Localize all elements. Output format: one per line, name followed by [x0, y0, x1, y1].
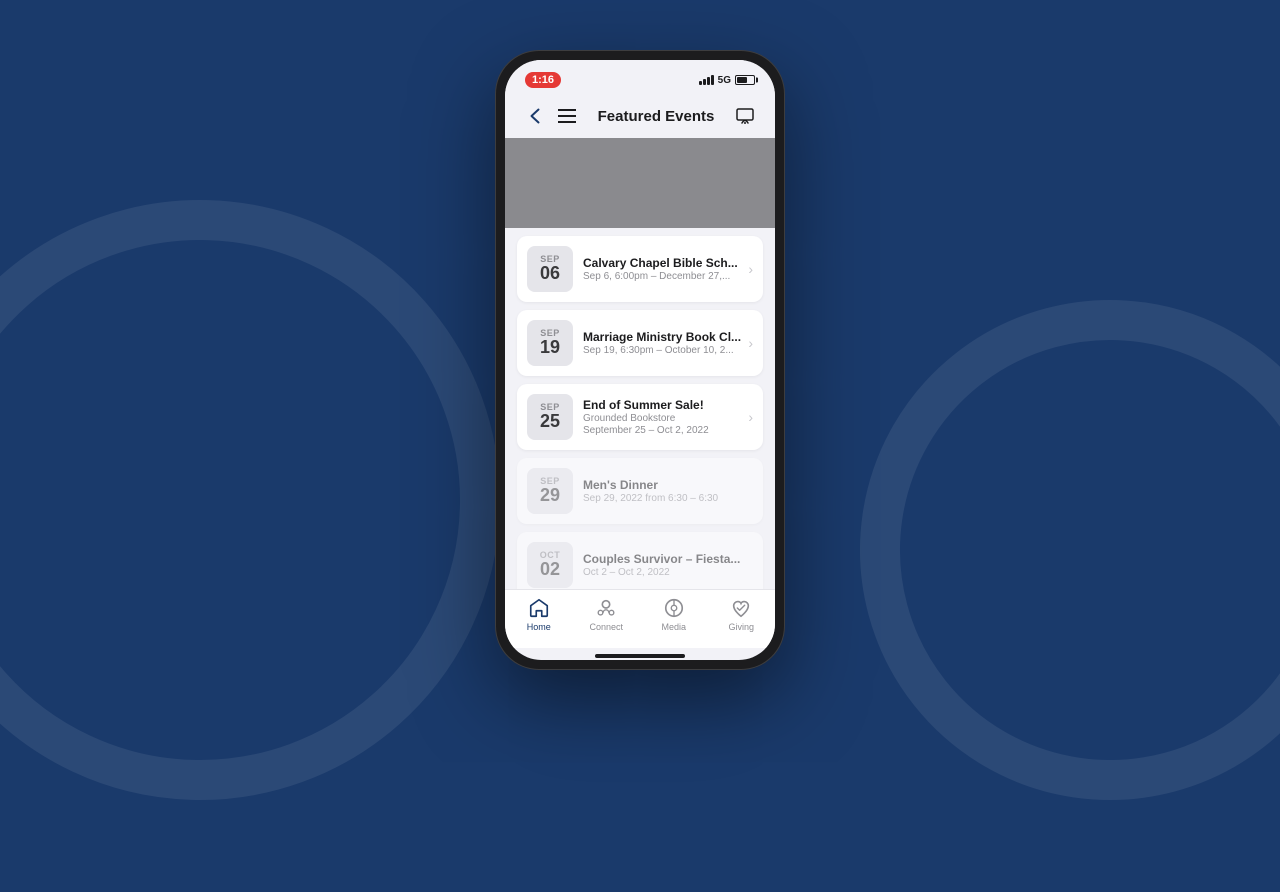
- media-icon: [662, 596, 686, 620]
- event-info: Men's DinnerSep 29, 2022 from 6:30 – 6:3…: [583, 478, 753, 504]
- event-subtitle: Grounded Bookstore: [583, 413, 744, 424]
- signal-bars: [699, 75, 714, 85]
- back-button[interactable]: [521, 102, 549, 130]
- status-time: 1:16: [525, 72, 561, 88]
- event-date-range: September 25 – Oct 2, 2022: [583, 425, 744, 436]
- event-title: Calvary Chapel Bible Sch...: [583, 256, 744, 270]
- event-day: 29: [540, 486, 560, 506]
- signal-label: 5G: [718, 75, 731, 86]
- nav-bar: Featured Events: [505, 94, 775, 138]
- background-arc-2: [768, 208, 1280, 891]
- event-info: Calvary Chapel Bible Sch...Sep 6, 6:00pm…: [583, 256, 744, 282]
- status-bar: 1:16 5G: [505, 60, 775, 94]
- home-icon: [527, 596, 551, 620]
- menu-button[interactable]: [553, 102, 581, 130]
- status-right: 5G: [699, 75, 755, 86]
- tab-item-home[interactable]: Home: [505, 596, 573, 632]
- battery-icon: [735, 75, 755, 85]
- tab-label-giving: Giving: [728, 622, 754, 632]
- event-item[interactable]: OCT02 Couples Survivor – Fiesta...Oct 2 –…: [517, 532, 763, 589]
- tab-item-connect[interactable]: Connect: [573, 596, 641, 632]
- screen: 1:16 5G: [505, 60, 775, 660]
- event-info: End of Summer Sale!Grounded BookstoreSep…: [583, 398, 744, 436]
- event-item[interactable]: SEP06 Calvary Chapel Bible Sch...Sep 6, 6…: [517, 236, 763, 302]
- battery-fill: [737, 77, 747, 83]
- chevron-right-icon: ›: [748, 409, 753, 425]
- event-date-range: Sep 29, 2022 from 6:30 – 6:30: [583, 493, 753, 504]
- chevron-right-icon: ›: [748, 261, 753, 277]
- event-day: 06: [540, 264, 560, 284]
- event-date-range: Sep 6, 6:00pm – December 27,...: [583, 271, 744, 282]
- hero-image: [505, 138, 775, 228]
- event-info: Marriage Ministry Book Cl...Sep 19, 6:30…: [583, 330, 744, 356]
- event-day: 19: [540, 338, 560, 358]
- event-date-range: Oct 2 – Oct 2, 2022: [583, 567, 753, 578]
- event-title: Couples Survivor – Fiesta...: [583, 552, 753, 566]
- phone-shell: 1:16 5G: [495, 50, 785, 670]
- cast-button[interactable]: [731, 102, 759, 130]
- tab-label-home: Home: [527, 622, 551, 632]
- page-title: Featured Events: [581, 108, 731, 125]
- date-badge: SEP25: [527, 394, 573, 440]
- event-info: Couples Survivor – Fiesta...Oct 2 – Oct …: [583, 552, 753, 578]
- content-area: SEP06 Calvary Chapel Bible Sch...Sep 6, 6…: [505, 138, 775, 589]
- event-item[interactable]: SEP19 Marriage Ministry Book Cl...Sep 19,…: [517, 310, 763, 376]
- event-title: Men's Dinner: [583, 478, 753, 492]
- tab-item-media[interactable]: Media: [640, 596, 708, 632]
- event-item[interactable]: SEP29 Men's DinnerSep 29, 2022 from 6:30 …: [517, 458, 763, 524]
- date-badge: SEP06: [527, 246, 573, 292]
- tab-item-giving[interactable]: Giving: [708, 596, 776, 632]
- event-day: 25: [540, 412, 560, 432]
- event-date-range: Sep 19, 6:30pm – October 10, 2...: [583, 345, 744, 356]
- date-badge: SEP29: [527, 468, 573, 514]
- date-badge: SEP19: [527, 320, 573, 366]
- home-indicator: [595, 654, 685, 658]
- event-list: SEP06 Calvary Chapel Bible Sch...Sep 6, 6…: [505, 236, 775, 589]
- event-day: 02: [540, 560, 560, 580]
- event-title: End of Summer Sale!: [583, 398, 744, 412]
- event-title: Marriage Ministry Book Cl...: [583, 330, 744, 344]
- giving-icon: [729, 596, 753, 620]
- date-badge: OCT02: [527, 542, 573, 588]
- tab-label-connect: Connect: [589, 622, 623, 632]
- event-item[interactable]: SEP25 End of Summer Sale!Grounded Booksto…: [517, 384, 763, 450]
- tab-label-media: Media: [661, 622, 686, 632]
- chevron-right-icon: ›: [748, 335, 753, 351]
- tab-bar: Home Connect Media Giving: [505, 589, 775, 648]
- connect-icon: [594, 596, 618, 620]
